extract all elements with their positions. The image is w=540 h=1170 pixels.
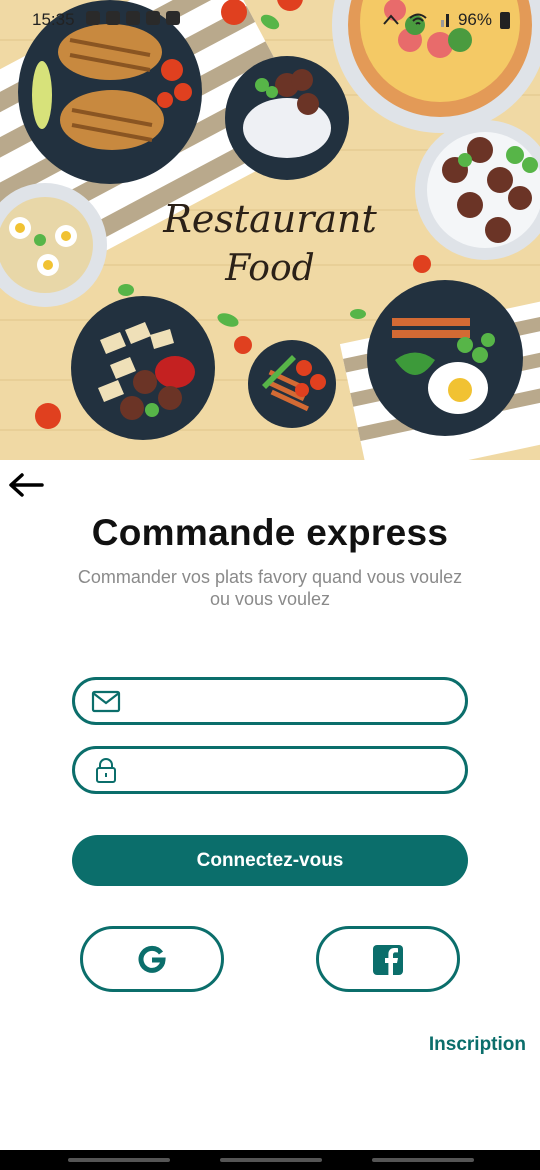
status-right: 96% — [382, 10, 510, 30]
system-nav-bar — [0, 1150, 540, 1170]
nav-recent-button[interactable] — [68, 1158, 170, 1162]
email-field[interactable] — [72, 677, 468, 725]
password-input[interactable] — [133, 755, 453, 785]
mute-icon — [383, 14, 399, 25]
login-button[interactable]: Connectez-vous — [72, 835, 468, 886]
hero-illustration: Restaurant Food — [0, 0, 540, 460]
google-login-button[interactable] — [80, 926, 224, 992]
page-subtitle: Commander vos plats favory quand vous vo… — [77, 567, 463, 609]
notification-icons — [86, 11, 180, 25]
alert-icon — [106, 11, 120, 25]
page-title: Commande express — [91, 512, 449, 553]
nav-back-button[interactable] — [372, 1158, 474, 1162]
password-field[interactable] — [72, 746, 468, 794]
facebook-icon — [373, 945, 403, 975]
google-icon — [138, 945, 166, 973]
wifi-icon — [409, 13, 427, 25]
hero-script-food: Food — [224, 248, 314, 289]
person-icon — [126, 11, 140, 25]
status-time: 15:35 — [32, 10, 75, 29]
lock-icon — [96, 758, 116, 783]
back-button[interactable] — [6, 470, 46, 500]
mail-icon — [91, 690, 121, 713]
phone-icon — [86, 11, 100, 25]
signal-icon — [440, 14, 449, 27]
status-bar: 15:35 96% — [0, 0, 540, 40]
gallery-icon — [146, 11, 160, 25]
hero-script-restaurant: Restaurant — [162, 197, 377, 241]
facebook-login-button[interactable] — [316, 926, 460, 992]
nav-home-button[interactable] — [220, 1158, 322, 1162]
signup-link[interactable]: Inscription — [429, 1034, 526, 1056]
back-arrow-icon — [9, 473, 44, 497]
email-input[interactable] — [133, 686, 453, 716]
battery-percent: 96% — [457, 10, 492, 29]
battery-icon — [500, 11, 510, 29]
image-icon — [166, 11, 180, 25]
